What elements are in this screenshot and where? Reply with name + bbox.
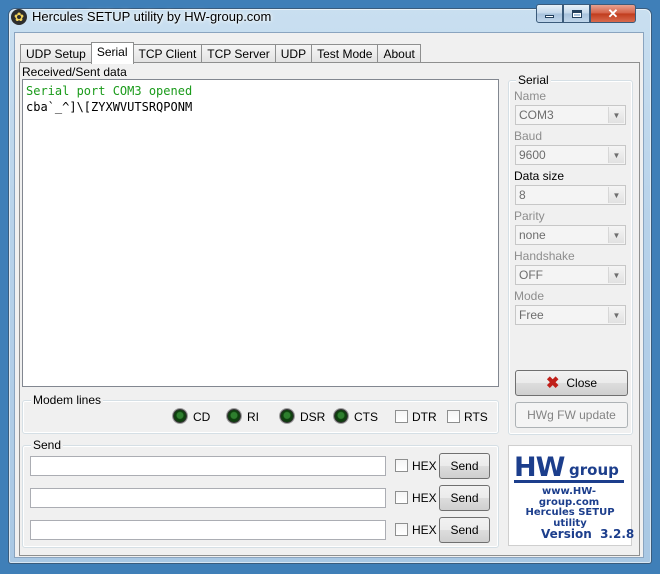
logo-underline (514, 480, 624, 483)
logo-group-text: group (569, 461, 619, 479)
cts-led-icon (334, 409, 348, 423)
hex-label-3: HEX (412, 523, 437, 537)
send-button-label: Send (450, 491, 479, 505)
tab-tcp-client[interactable]: TCP Client (132, 44, 203, 63)
send-button-2[interactable]: Send (439, 485, 490, 511)
minimize-icon (545, 15, 554, 18)
tab-serial[interactable]: Serial (90, 42, 134, 64)
dsr-led-icon (280, 409, 294, 423)
send-input-3[interactable] (30, 520, 386, 540)
hex-label-1: HEX (412, 459, 437, 473)
chevron-down-icon: ▼ (608, 267, 624, 283)
data-size-label: Data size (514, 169, 565, 183)
data-size-combo[interactable]: 8 ▼ (515, 185, 626, 205)
tab-about[interactable]: About (377, 44, 421, 63)
send-button-label: Send (450, 459, 479, 473)
data-size-combo-value: 8 (519, 188, 526, 202)
tab-udp[interactable]: UDP (274, 44, 313, 63)
tab-tcp-server[interactable]: TCP Server (201, 44, 276, 63)
maximize-icon (571, 9, 582, 18)
hex-checkbox-3[interactable] (395, 523, 408, 536)
close-window-button[interactable]: ✕ (590, 4, 636, 23)
tab-bar: UDP Setup Serial TCP Client TCP Server U… (20, 42, 421, 64)
send-button-label: Send (450, 523, 479, 537)
product-name: Hercules SETUP utility (525, 507, 615, 529)
send-input-1[interactable] (30, 456, 386, 476)
dtr-checkbox[interactable] (395, 410, 408, 423)
ri-led-icon (227, 409, 241, 423)
hex-checkbox-2[interactable] (395, 491, 408, 504)
parity-combo-value: none (519, 228, 546, 242)
dsr-label: DSR (300, 410, 326, 424)
maximize-button[interactable] (563, 4, 590, 23)
send-button-1[interactable]: Send (439, 453, 490, 479)
close-port-label: Close (566, 376, 598, 390)
baud-combo-value: 9600 (519, 148, 546, 162)
received-data-label: Received/Sent data (22, 65, 127, 79)
received-data-log[interactable]: Serial port COM3 opened cba`_^]\[ZYXWVUT… (22, 79, 499, 387)
handshake-combo[interactable]: OFF ▼ (515, 265, 626, 285)
logo-hw-text: HW (514, 452, 565, 483)
log-line: Serial port COM3 opened (26, 84, 193, 98)
window-title: Hercules SETUP utility by HW-group.com (32, 9, 272, 24)
ri-label: RI (247, 410, 259, 424)
cd-label: CD (193, 410, 211, 424)
fw-update-label: HWg FW update (527, 408, 616, 422)
close-port-button[interactable]: ✖ Close (515, 370, 628, 396)
logo-url: www.HW-group.com (538, 486, 600, 508)
serial-group-title: Serial (516, 73, 551, 87)
name-label: Name (514, 89, 547, 103)
rts-label: RTS (464, 410, 488, 424)
send-group-title: Send (31, 438, 64, 452)
chevron-down-icon: ▼ (608, 187, 624, 203)
close-icon: ✕ (607, 5, 619, 21)
send-button-3[interactable]: Send (439, 517, 490, 543)
cts-label: CTS (354, 410, 378, 424)
chevron-down-icon: ▼ (608, 107, 624, 123)
name-combo-value: COM3 (519, 108, 554, 122)
chevron-down-icon: ▼ (608, 147, 624, 163)
parity-label: Parity (514, 209, 545, 223)
fw-update-button[interactable]: HWg FW update (515, 402, 628, 428)
minimize-button[interactable] (536, 4, 563, 23)
baud-label: Baud (514, 129, 543, 143)
mode-label: Mode (514, 289, 545, 303)
baud-combo[interactable]: 9600 ▼ (515, 145, 626, 165)
handshake-combo-value: OFF (519, 268, 543, 282)
parity-combo[interactable]: none ▼ (515, 225, 626, 245)
rts-checkbox[interactable] (447, 410, 460, 423)
version-label: Version 3.2.8 (541, 527, 635, 541)
dtr-label: DTR (412, 410, 437, 424)
tab-test-mode[interactable]: Test Mode (311, 44, 379, 63)
app-icon: ✿ (11, 9, 27, 25)
handshake-label: Handshake (514, 249, 575, 263)
mode-combo-value: Free (519, 308, 544, 322)
send-input-2[interactable] (30, 488, 386, 508)
mode-combo[interactable]: Free ▼ (515, 305, 626, 325)
tab-udp-setup[interactable]: UDP Setup (20, 44, 92, 63)
modem-lines-title: Modem lines (31, 393, 104, 407)
name-combo[interactable]: COM3 ▼ (515, 105, 626, 125)
hex-label-2: HEX (412, 491, 437, 505)
log-line: cba`_^]\[ZYXWVUTSRQPONM (26, 100, 193, 114)
chevron-down-icon: ▼ (608, 307, 624, 323)
chevron-down-icon: ▼ (608, 227, 624, 243)
hex-checkbox-1[interactable] (395, 459, 408, 472)
close-icon: ✖ (545, 375, 560, 392)
cd-led-icon (173, 409, 187, 423)
